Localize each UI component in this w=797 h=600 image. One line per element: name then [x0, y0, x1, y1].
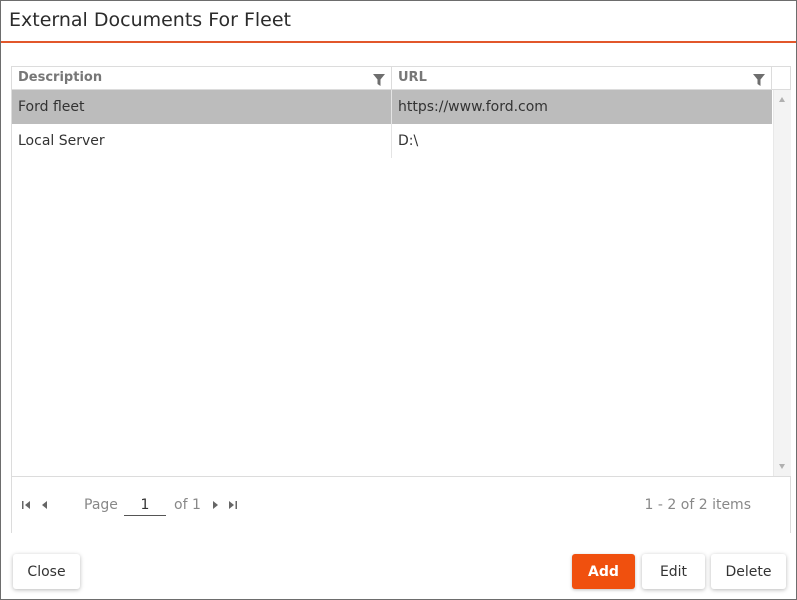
- dialog-title: External Documents For Fleet: [9, 9, 292, 31]
- page-count-label: of 1: [174, 497, 201, 513]
- pager-items-info: 1 - 2 of 2 items: [644, 497, 751, 513]
- page-label: Page: [84, 497, 118, 513]
- add-button[interactable]: Add: [572, 554, 635, 589]
- grid-pager: Page of 1 1 - 2 of 2 items: [12, 476, 790, 533]
- cell-description: Ford fleet: [12, 90, 392, 124]
- scroll-up-arrow-icon[interactable]: [779, 97, 785, 102]
- scroll-down-arrow-icon[interactable]: [779, 464, 785, 469]
- prev-page-icon[interactable]: [39, 498, 53, 512]
- first-page-icon[interactable]: [21, 498, 35, 512]
- column-header-description[interactable]: Description: [12, 67, 392, 89]
- grid-body: Ford fleet https://www.ford.com Local Se…: [12, 90, 791, 476]
- delete-button[interactable]: Delete: [711, 554, 786, 589]
- table-row[interactable]: Local Server D:\: [12, 124, 772, 158]
- cell-url: D:\: [398, 133, 419, 149]
- close-button[interactable]: Close: [13, 554, 80, 589]
- grid-header: Description URL: [12, 67, 790, 90]
- external-documents-dialog: External Documents For Fleet Description…: [0, 0, 797, 600]
- cell-description: Local Server: [12, 124, 392, 158]
- next-page-icon[interactable]: [209, 498, 223, 512]
- cell-url: https://www.ford.com: [398, 99, 548, 115]
- vertical-scrollbar[interactable]: [773, 90, 791, 476]
- table-row[interactable]: Ford fleet https://www.ford.com: [12, 90, 772, 124]
- column-header-label: URL: [398, 70, 427, 85]
- filter-icon[interactable]: [373, 72, 385, 86]
- dialog-titlebar: External Documents For Fleet: [1, 1, 796, 43]
- last-page-icon[interactable]: [226, 498, 240, 512]
- column-header-url[interactable]: URL: [392, 67, 772, 89]
- page-number-input[interactable]: [124, 495, 166, 516]
- edit-button[interactable]: Edit: [642, 554, 705, 589]
- header-scroll-spacer: [772, 67, 790, 89]
- documents-grid: Description URL Ford fleet https://www.f…: [11, 66, 791, 533]
- filter-icon[interactable]: [753, 72, 765, 86]
- column-header-label: Description: [18, 70, 103, 85]
